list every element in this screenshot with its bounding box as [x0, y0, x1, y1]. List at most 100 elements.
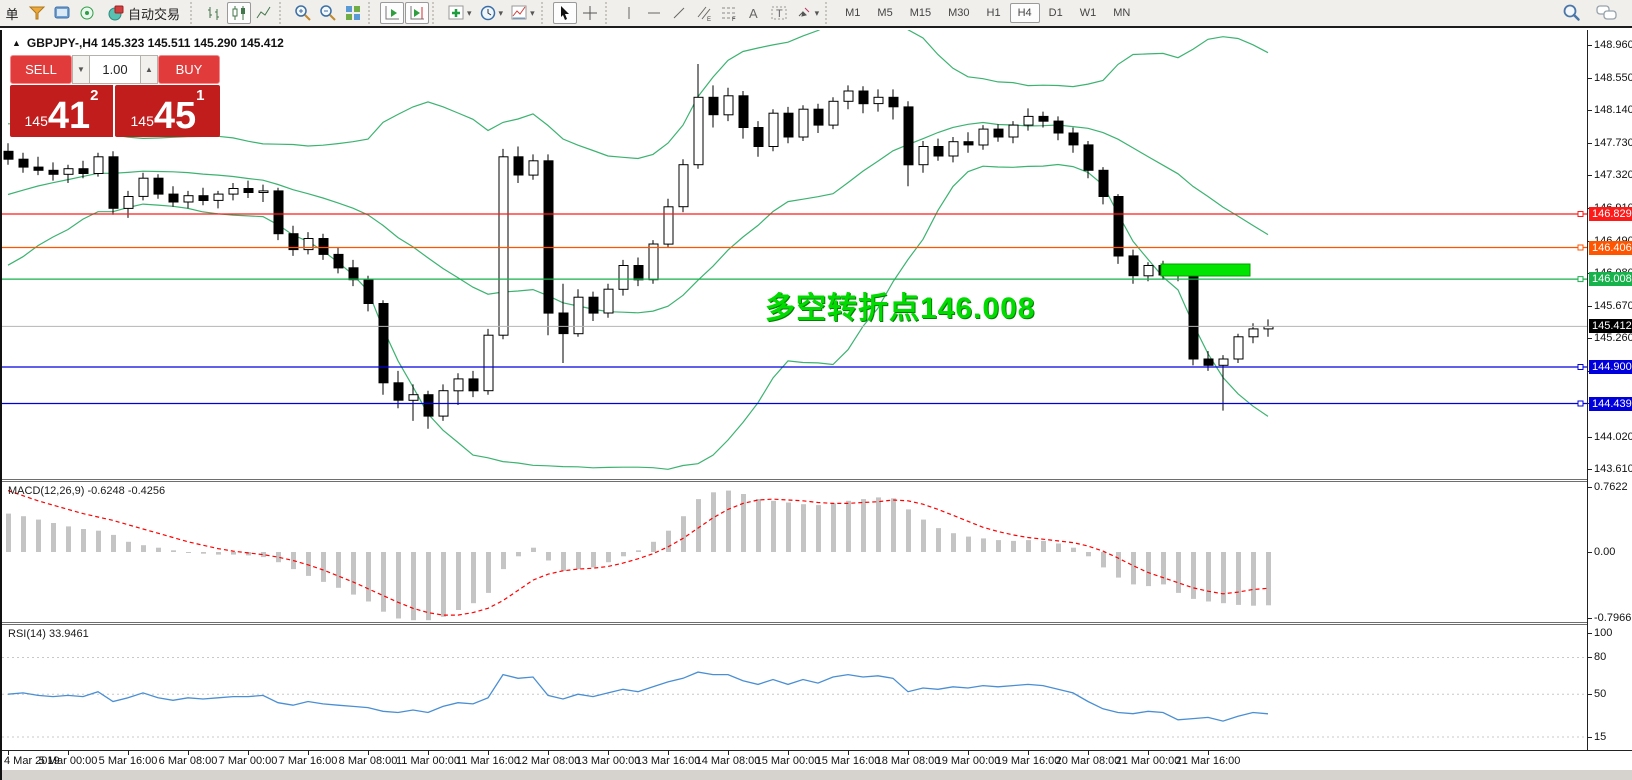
volume-decrease-button[interactable]: ▼ [72, 55, 90, 84]
macd-panel-canvas[interactable] [2, 482, 1587, 622]
timeframe-button-M30[interactable]: M30 [940, 3, 977, 23]
vertical-line-icon [620, 4, 638, 22]
auto-scroll-button[interactable] [380, 2, 404, 24]
sell-button[interactable]: SELL [10, 55, 72, 84]
zoom-out-button[interactable] [316, 2, 340, 24]
price-chart-canvas[interactable] [2, 30, 1587, 479]
line-handle[interactable] [1578, 277, 1583, 282]
cursor-button[interactable] [553, 2, 577, 24]
macd-histogram-bar [1116, 552, 1121, 578]
line-handle[interactable] [1578, 212, 1583, 217]
candle-body [844, 91, 853, 101]
horizontal-line-tool-button[interactable] [642, 2, 666, 24]
candle-body [784, 113, 793, 137]
templates-button[interactable]: ▾ [507, 2, 538, 24]
time-tick-label: 5 Mar 16:00 [99, 755, 158, 767]
bar-chart-button[interactable] [202, 2, 226, 24]
price-scale-axis[interactable]: 148.960148.550148.140147.730147.320146.9… [1587, 30, 1632, 769]
toolbar-separator [541, 2, 550, 24]
macd-histogram-bar [681, 516, 686, 552]
candle-body [529, 161, 538, 175]
vertical-line-tool-button[interactable] [617, 2, 641, 24]
macd-histogram-bar [156, 548, 161, 552]
timeframe-button-M15[interactable]: M15 [902, 3, 939, 23]
candle-body [319, 239, 328, 255]
line-chart-button[interactable] [252, 2, 276, 24]
zoom-in-button[interactable] [291, 2, 315, 24]
rsi-scale-label: 15 [1594, 731, 1606, 743]
time-tick-label: 7 Mar 16:00 [279, 755, 338, 767]
auto-trading-label: 自动交易 [128, 4, 180, 23]
indicators-button[interactable]: ▾ [444, 2, 475, 24]
macd-histogram-bar [951, 533, 956, 552]
timeframe-button-MN[interactable]: MN [1105, 3, 1138, 23]
timeframe-button-W1[interactable]: W1 [1072, 3, 1105, 23]
time-tick-label: 15 Mar 00:00 [756, 755, 821, 767]
text-label-icon: T [770, 4, 788, 22]
volume-increase-button[interactable]: ▲ [140, 55, 158, 84]
buy-button[interactable]: BUY [158, 55, 220, 84]
macd-histogram-bar [111, 535, 116, 552]
macd-histogram-bar [846, 501, 851, 552]
channel-tool-button[interactable]: E [692, 2, 716, 24]
signals-button[interactable] [75, 2, 99, 24]
candle-body [1219, 359, 1228, 365]
time-scale-axis[interactable]: 4 Mar 20195 Mar 00:005 Mar 16:006 Mar 08… [2, 750, 1632, 770]
macd-histogram-bar [36, 520, 41, 552]
macd-histogram-bar [6, 514, 11, 552]
new-order-button[interactable]: 单 [0, 2, 24, 24]
highlight-rectangle[interactable] [1161, 264, 1250, 276]
search-button[interactable] [1558, 2, 1584, 24]
macd-histogram-bar [696, 499, 701, 552]
macd-histogram-bar [1206, 552, 1211, 602]
chart-text-annotation[interactable]: 多空转折点146.008 [765, 283, 1035, 327]
market-watch-button[interactable] [25, 2, 49, 24]
macd-histogram-bar [726, 491, 731, 552]
candle-body [364, 280, 373, 304]
terminal-button[interactable] [50, 2, 74, 24]
crosshair-button[interactable] [578, 2, 602, 24]
macd-histogram-bar [96, 531, 101, 552]
candlestick-chart-button[interactable] [227, 2, 251, 24]
periods-button[interactable]: ▾ [476, 2, 507, 24]
line-handle[interactable] [1578, 401, 1583, 406]
sell-price-display[interactable]: 145 41 2 [10, 85, 115, 137]
axis-tick [1588, 110, 1592, 111]
auto-trading-button[interactable]: 自动交易 [100, 2, 187, 24]
terminal-icon [53, 4, 71, 22]
macd-histogram-bar [66, 526, 71, 552]
timeframe-button-D1[interactable]: D1 [1041, 3, 1071, 23]
axis-tick [1588, 78, 1592, 79]
macd-histogram-bar [1011, 541, 1016, 552]
line-handle[interactable] [1578, 365, 1583, 370]
toolbar-separator [825, 2, 834, 24]
chart-shift-button[interactable] [405, 2, 429, 24]
collapse-arrow-icon[interactable]: ▲ [12, 38, 21, 48]
timeframe-button-H4[interactable]: H4 [1010, 3, 1040, 23]
arrows-tool-button[interactable]: ▾ [792, 2, 823, 24]
timeframe-button-M1[interactable]: M1 [837, 3, 868, 23]
text-label-tool-button[interactable]: T [767, 2, 791, 24]
trendline-tool-button[interactable] [667, 2, 691, 24]
candle-body [724, 96, 733, 115]
candle-body [664, 207, 673, 244]
tile-windows-button[interactable] [341, 2, 365, 24]
community-chat-button[interactable] [1592, 2, 1622, 24]
line-chart-icon [255, 4, 273, 22]
candle-body [64, 169, 73, 175]
auto-trading-icon [107, 4, 125, 22]
macd-histogram-bar [1101, 552, 1106, 567]
macd-histogram-bar [966, 537, 971, 552]
timeframe-button-H1[interactable]: H1 [979, 3, 1009, 23]
volume-input[interactable] [90, 55, 140, 84]
macd-histogram-bar [546, 552, 551, 561]
timeframe-button-M5[interactable]: M5 [869, 3, 900, 23]
line-handle[interactable] [1578, 245, 1583, 250]
text-tool-button[interactable]: A [742, 2, 766, 24]
fibonacci-tool-button[interactable]: F [717, 2, 741, 24]
rsi-panel-canvas[interactable] [2, 625, 1587, 750]
candle-body [484, 335, 493, 391]
candle-body [1024, 116, 1033, 125]
main-toolbar: 单 自动交易 [0, 0, 1632, 28]
buy-price-display[interactable]: 145 45 1 [115, 85, 220, 137]
